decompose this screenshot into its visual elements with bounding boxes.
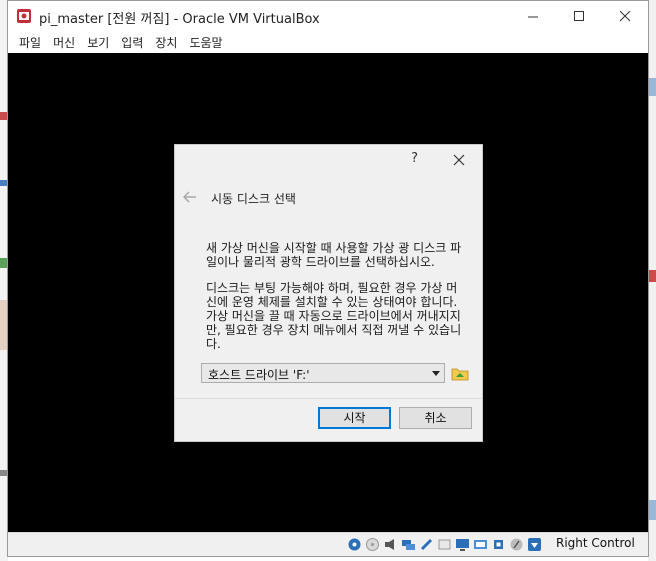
close-icon[interactable]: [452, 153, 466, 167]
menu-file[interactable]: 파일: [13, 34, 47, 51]
description-paragraph-2: 디스크는 부팅 가능해야 하며, 필요한 경우 가상 머신에 운영 체제를 설치…: [206, 281, 462, 351]
mouse-integration-icon[interactable]: [508, 536, 525, 553]
recording-icon[interactable]: [472, 536, 489, 553]
drive-select-value: 호스트 드라이브 'F:': [208, 368, 310, 382]
shared-folder-icon[interactable]: [436, 536, 453, 553]
menu-bar: 파일 머신 보기 입력 장치 도움말: [8, 32, 648, 52]
maximize-button[interactable]: [556, 1, 602, 32]
title-bar[interactable]: pi_master [전원 꺼짐] - Oracle VM VirtualBox: [8, 1, 648, 32]
chevron-down-icon: [432, 371, 440, 376]
close-window-button[interactable]: [602, 1, 648, 32]
menu-machine[interactable]: 머신: [47, 34, 81, 51]
help-button[interactable]: ?: [411, 151, 418, 166]
network-icon[interactable]: [400, 536, 417, 553]
cpu-icon[interactable]: [490, 536, 507, 553]
status-bar: Right Control: [8, 532, 648, 556]
harddisk-icon[interactable]: [346, 536, 363, 553]
drive-select-dropdown[interactable]: 호스트 드라이브 'F:': [201, 363, 445, 383]
window-title: pi_master [전원 꺼짐] - Oracle VM VirtualBox: [39, 12, 320, 27]
menu-view[interactable]: 보기: [81, 34, 115, 51]
audio-icon[interactable]: [382, 536, 399, 553]
display-icon[interactable]: [454, 536, 471, 553]
maximize-icon: [573, 11, 584, 21]
virtualbox-app-icon: [17, 9, 31, 23]
back-arrow-icon[interactable]: [183, 191, 197, 203]
menu-input[interactable]: 입력: [115, 34, 149, 51]
cancel-button[interactable]: 취소: [399, 407, 472, 429]
start-button[interactable]: 시작: [318, 407, 391, 429]
dialog-description: 새 가상 머신을 시작할 때 사용할 가상 광 디스크 파일이나 물리적 광학 …: [206, 241, 468, 363]
status-icons: [346, 536, 543, 553]
description-paragraph-1: 새 가상 머신을 시작할 때 사용할 가상 광 디스크 파일이나 물리적 광학 …: [206, 241, 462, 269]
open-folder-icon[interactable]: [451, 365, 469, 382]
minimize-button[interactable]: [510, 1, 556, 32]
close-icon: [619, 11, 630, 22]
background-window-right-edge: [648, 0, 656, 561]
host-key-arrow-icon: [526, 536, 543, 553]
startup-disk-dialog: ? 시동 디스크 선택 새 가상 머신을 시작할 때 사용할 가상 광 디스크 …: [174, 144, 483, 442]
host-key-label: Right Control: [556, 536, 635, 550]
menu-help[interactable]: 도움말: [183, 34, 228, 51]
usb-icon[interactable]: [418, 536, 435, 553]
menu-devices[interactable]: 장치: [149, 34, 183, 51]
dialog-button-bar: 시작 취소: [175, 398, 482, 441]
dialog-title: 시동 디스크 선택: [211, 192, 296, 206]
minimize-icon: [527, 16, 538, 18]
optical-disk-icon[interactable]: [364, 536, 381, 553]
